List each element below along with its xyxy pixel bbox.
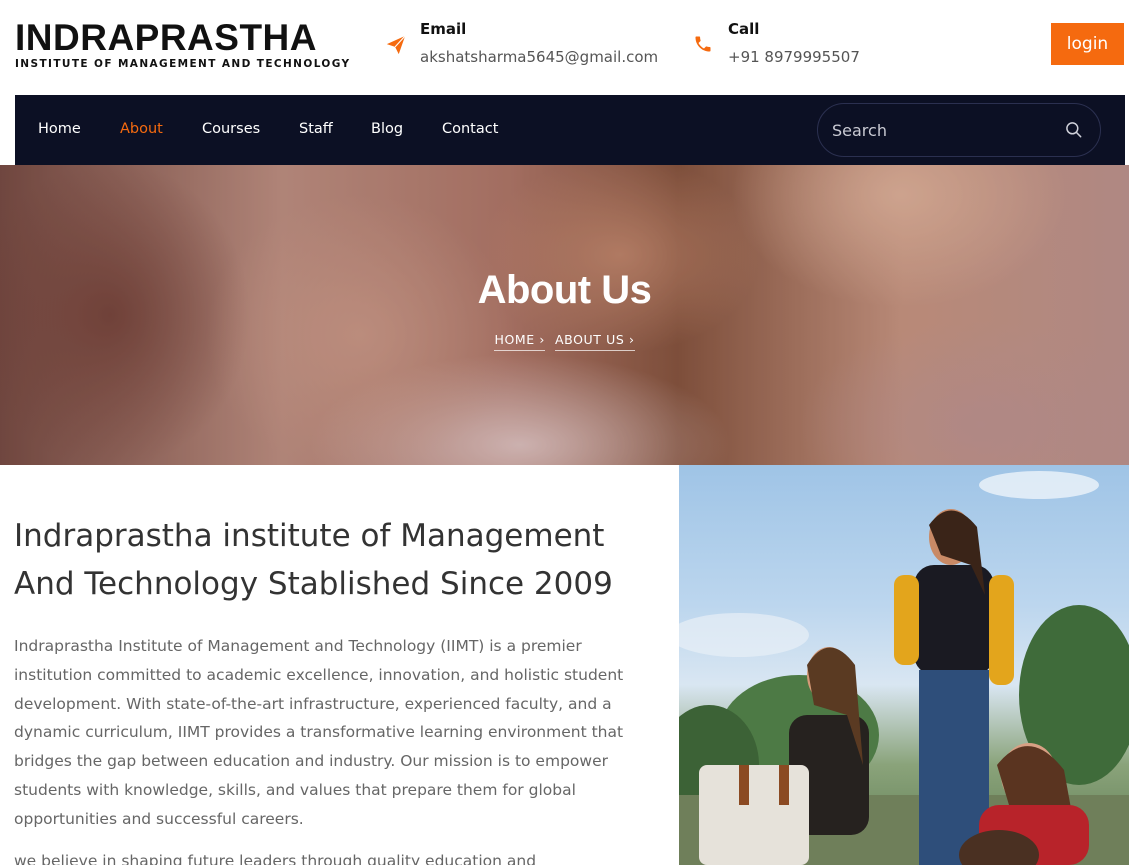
call-label: Call — [728, 20, 760, 38]
search-icon[interactable] — [1064, 120, 1084, 140]
nav-item-home[interactable]: Home — [38, 121, 81, 137]
nav-item-contact[interactable]: Contact — [442, 121, 498, 137]
breadcrumb-item-about[interactable]: ABOUT US › — [554, 332, 635, 351]
about-heading: Indraprastha institute of Management And… — [14, 518, 613, 602]
main-nav: Home About Courses Staff Blog Contact — [15, 95, 1125, 165]
about-paragraph-2: we believe in shaping future leaders thr… — [14, 852, 537, 865]
breadcrumb-item-home[interactable]: HOME › — [494, 332, 545, 351]
breadcrumb-home-label: HOME — [494, 332, 535, 347]
call-contact: Call +91 8979995507 — [693, 20, 893, 75]
about-paragraph: Indraprastha Institute of Management and… — [14, 637, 624, 828]
hero-banner: About Us HOME › ABOUT US › — [0, 165, 1129, 465]
login-button[interactable]: login — [1051, 23, 1124, 65]
chevron-right-icon: › — [539, 332, 545, 347]
hero-image-overlay — [0, 165, 1129, 465]
search-input[interactable] — [832, 116, 1052, 144]
breadcrumb: HOME › ABOUT US › — [0, 332, 1129, 351]
phone-icon — [693, 34, 715, 56]
email-contact: Email akshatsharma5645@gmail.com — [385, 20, 685, 75]
paper-plane-icon — [385, 34, 407, 56]
email-value[interactable]: akshatsharma5645@gmail.com — [420, 48, 658, 66]
search-box — [817, 103, 1101, 157]
nav-item-blog[interactable]: Blog — [371, 121, 403, 137]
students-photo — [679, 465, 1129, 865]
breadcrumb-about-label: ABOUT US — [554, 332, 625, 347]
nav-item-staff[interactable]: Staff — [299, 121, 333, 137]
nav-item-courses[interactable]: Courses — [202, 121, 260, 137]
site-logo[interactable]: INDRAPRASTHA INSTITUTE OF MANAGEMENT AND… — [15, 17, 351, 71]
logo-subtitle: INSTITUTE OF MANAGEMENT AND TECHNOLOGY — [15, 58, 351, 70]
logo-title: INDRAPRASTHA — [15, 17, 317, 58]
email-label: Email — [420, 20, 467, 38]
top-header: INDRAPRASTHA INSTITUTE OF MANAGEMENT AND… — [0, 0, 1129, 95]
nav-item-about[interactable]: About — [120, 121, 163, 137]
call-value[interactable]: +91 8979995507 — [728, 48, 860, 66]
chevron-right-icon: › — [628, 332, 635, 347]
page-title: About Us — [477, 268, 652, 312]
